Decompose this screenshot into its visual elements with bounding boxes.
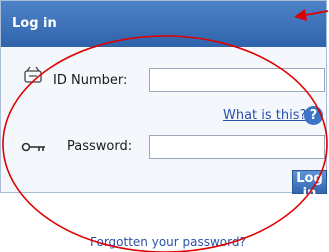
key-icon bbox=[21, 142, 45, 152]
id-number-label: ID Number: bbox=[53, 73, 128, 88]
forgot-password-link[interactable]: Forgotten your password? bbox=[90, 235, 246, 249]
id-number-input[interactable] bbox=[149, 68, 325, 92]
password-label: Password: bbox=[67, 139, 133, 154]
what-is-this-link[interactable]: What is this? bbox=[223, 108, 306, 123]
login-panel: Log in ID Number: What is this? ? Passwo… bbox=[0, 0, 327, 201]
help-icon[interactable]: ? bbox=[304, 106, 323, 125]
password-input[interactable] bbox=[149, 135, 325, 159]
login-header: Log in bbox=[1, 1, 326, 47]
login-button[interactable]: Log in bbox=[292, 170, 327, 201]
id-card-icon bbox=[24, 66, 42, 83]
header-title: Log in bbox=[12, 16, 57, 31]
